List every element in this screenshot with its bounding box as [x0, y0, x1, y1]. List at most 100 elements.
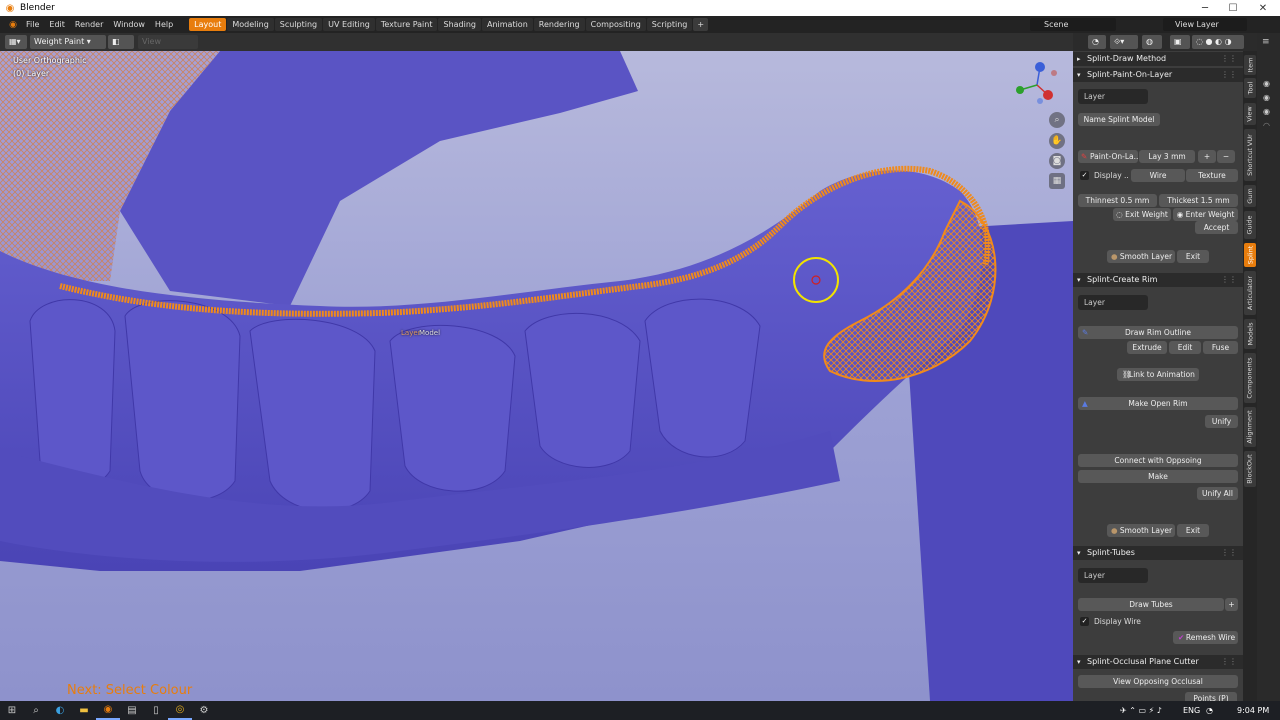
- menu-edit[interactable]: Edit: [44, 20, 70, 29]
- lay-minus-button[interactable]: −: [1217, 150, 1235, 163]
- drag-grip-icon[interactable]: ⋮⋮: [1221, 68, 1237, 82]
- menu-help[interactable]: Help: [150, 20, 178, 29]
- workspace-tab-compositing[interactable]: Compositing: [585, 18, 646, 31]
- editor-type-button[interactable]: ▦▾: [5, 35, 27, 49]
- draw-rim-outline-button[interactable]: ✎ Draw Rim Outline: [1078, 326, 1238, 339]
- tab-alignment[interactable]: Alignment: [1244, 407, 1256, 447]
- panel-header-tubes[interactable]: ▾ Splint-Tubes ⋮⋮: [1073, 546, 1243, 560]
- panel-header-create-rim[interactable]: ▾ Splint-Create Rim ⋮⋮: [1073, 273, 1243, 287]
- draw-tubes-button[interactable]: Draw Tubes: [1078, 598, 1224, 611]
- texture-button[interactable]: Texture: [1186, 169, 1238, 182]
- workspace-tab-modeling[interactable]: Modeling: [227, 18, 274, 31]
- menu-window[interactable]: Window: [108, 20, 150, 29]
- scene-selector[interactable]: Scene: [1030, 18, 1116, 31]
- extrude-button[interactable]: Extrude: [1127, 341, 1167, 354]
- visibility-eye-icon[interactable]: ◉: [1263, 107, 1270, 116]
- header-menus[interactable]: View Weights: [138, 35, 198, 60]
- close-button[interactable]: ✕: [1249, 0, 1277, 16]
- panel-header-paint-on-layer[interactable]: ▾ Splint-Paint-On-Layer ⋮⋮: [1073, 68, 1243, 82]
- shading-modes[interactable]: ◌ ● ◐ ◑: [1192, 35, 1244, 49]
- notes-icon[interactable]: ▯: [144, 701, 168, 720]
- paint-on-layer-button[interactable]: ✎ Paint-On-La..: [1078, 150, 1138, 163]
- panel-header-draw-method[interactable]: ▸ Splint-Draw Method ⋮⋮: [1073, 52, 1243, 66]
- unify-all-button[interactable]: Unify All: [1197, 487, 1238, 500]
- tab-models[interactable]: Models: [1244, 319, 1256, 349]
- app-icon[interactable]: ▤: [120, 701, 144, 720]
- blender-taskbar-icon[interactable]: ◉: [96, 701, 120, 720]
- accept-button[interactable]: Accept: [1195, 221, 1238, 234]
- workspace-tab-sculpting[interactable]: Sculpting: [274, 18, 323, 31]
- connect-opposing-button[interactable]: Connect with Oppsoing: [1078, 454, 1238, 467]
- points-button[interactable]: Points (P): [1185, 692, 1237, 701]
- view-options-icon[interactable]: ◔: [1088, 35, 1106, 49]
- panel-header-occlusal[interactable]: ▾ Splint-Occlusal Plane Cutter ⋮⋮: [1073, 655, 1243, 669]
- visibility-eye-icon[interactable]: ◉: [1263, 79, 1270, 88]
- maximize-button[interactable]: ☐: [1219, 0, 1247, 16]
- workspace-tab-texture-paint[interactable]: Texture Paint: [375, 18, 438, 31]
- name-splint-model-button[interactable]: Name Splint Model: [1078, 113, 1160, 126]
- exit-button-2[interactable]: Exit: [1177, 524, 1209, 537]
- smooth-layer-button-2[interactable]: ● Smooth Layer: [1107, 524, 1175, 537]
- wifi-icon[interactable]: ◔: [1206, 701, 1213, 720]
- lay-thickness-field[interactable]: Lay 3 mm: [1139, 150, 1195, 163]
- pan-hand-icon[interactable]: ✋: [1049, 133, 1065, 149]
- make-open-rim-button[interactable]: ▲ Make Open Rim: [1078, 397, 1238, 410]
- exit-weight-button[interactable]: ◌ Exit Weight: [1113, 208, 1171, 221]
- link-to-animation-button[interactable]: ⛓ Link to Animation: [1117, 368, 1199, 381]
- tab-components[interactable]: Components: [1244, 353, 1256, 403]
- add-workspace-button[interactable]: +: [693, 18, 709, 31]
- tab-view[interactable]: View: [1244, 103, 1256, 125]
- view-opposing-occlusal-button[interactable]: View Opposing Occlusal: [1078, 675, 1238, 688]
- tab-item[interactable]: Item: [1244, 55, 1256, 75]
- workspace-tab-scripting[interactable]: Scripting: [646, 18, 693, 31]
- 3d-viewport[interactable]: User Orthographic (0) Layer Layer Model …: [0, 51, 1073, 701]
- xray-icon[interactable]: ▣: [1170, 35, 1190, 49]
- tab-tool[interactable]: Tool: [1244, 78, 1256, 98]
- language-indicator[interactable]: ENG: [1183, 701, 1200, 720]
- chrome-icon[interactable]: ◎: [168, 701, 192, 720]
- enter-weight-button[interactable]: ◉ Enter Weight: [1173, 208, 1238, 221]
- thickest-field[interactable]: Thickest 1.5 mm: [1159, 194, 1238, 207]
- tab-splint[interactable]: Splint: [1244, 243, 1256, 267]
- remesh-wire-button[interactable]: ✔ Remesh Wire: [1173, 631, 1238, 644]
- camera-icon[interactable]: ◙: [1049, 153, 1065, 169]
- workspace-tab-animation[interactable]: Animation: [481, 18, 533, 31]
- grid-perspective-icon[interactable]: ▦: [1049, 173, 1065, 189]
- tubes-layer-field[interactable]: Layer: [1078, 568, 1148, 583]
- clock[interactable]: 9:04 PM: [1237, 701, 1269, 720]
- drag-grip-icon[interactable]: ⋮⋮: [1221, 52, 1237, 66]
- mode-selector[interactable]: Weight Paint ▾: [30, 35, 106, 49]
- rim-layer-field[interactable]: Layer: [1078, 295, 1148, 310]
- workspace-tab-shading[interactable]: Shading: [438, 18, 481, 31]
- make-button[interactable]: Make: [1078, 470, 1238, 483]
- display-checkbox[interactable]: ✓: [1080, 171, 1089, 180]
- hidden-eye-icon[interactable]: ◠: [1263, 121, 1270, 130]
- search-icon[interactable]: ⌕: [24, 701, 48, 720]
- blender-menu-icon[interactable]: ◉: [5, 18, 21, 32]
- drag-grip-icon[interactable]: ⋮⋮: [1221, 655, 1237, 669]
- lay-plus-button[interactable]: +: [1198, 150, 1216, 163]
- menu-render[interactable]: Render: [70, 20, 108, 29]
- exit-button[interactable]: Exit: [1177, 250, 1209, 263]
- menu-file[interactable]: File: [21, 20, 44, 29]
- tubes-plus-button[interactable]: +: [1225, 598, 1238, 611]
- display-wire-checkbox[interactable]: ✓: [1080, 617, 1089, 626]
- tab-shortcut-vur[interactable]: Shortcut VUr: [1244, 129, 1256, 181]
- start-windows-icon[interactable]: ⊞: [0, 701, 24, 720]
- edit-button[interactable]: Edit: [1169, 341, 1201, 354]
- header-toggle-button[interactable]: ◧: [108, 35, 134, 49]
- workspace-tab-rendering[interactable]: Rendering: [533, 18, 585, 31]
- zoom-icon[interactable]: ⌕: [1049, 112, 1065, 128]
- wire-button[interactable]: Wire: [1131, 169, 1185, 182]
- gizmo-toggle-icon[interactable]: ⟐▾: [1110, 35, 1138, 49]
- fuse-button[interactable]: Fuse: [1203, 341, 1238, 354]
- edge-browser-icon[interactable]: ◐: [48, 701, 72, 720]
- unify-button[interactable]: Unify: [1205, 415, 1238, 428]
- drag-grip-icon[interactable]: ⋮⋮: [1221, 273, 1237, 287]
- tab-blockout[interactable]: BlockOut: [1244, 451, 1256, 487]
- workspace-tab-uv-editing[interactable]: UV Editing: [323, 18, 375, 31]
- tab-guide[interactable]: Guide: [1244, 211, 1256, 239]
- outliner-menu-icon[interactable]: ≡: [1262, 37, 1270, 47]
- visibility-eye-icon[interactable]: ◉: [1263, 93, 1270, 102]
- tab-gum[interactable]: Gum: [1244, 185, 1256, 207]
